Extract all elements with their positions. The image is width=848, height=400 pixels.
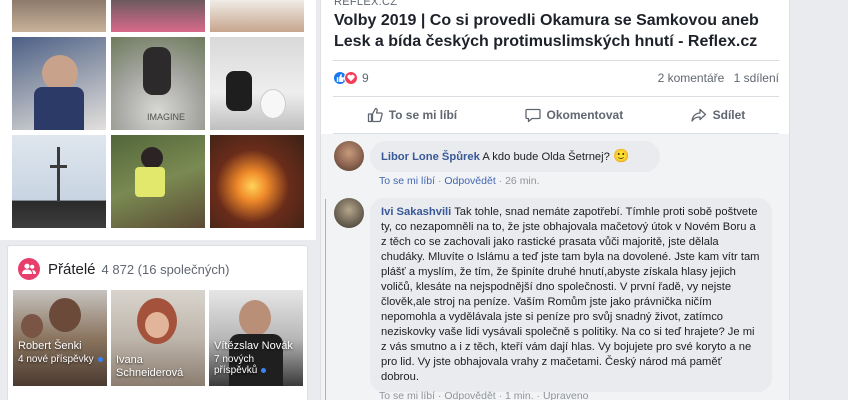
divider bbox=[333, 60, 779, 61]
share-button-label: Sdílet bbox=[712, 108, 746, 122]
friend-name[interactable]: Robert Šenki bbox=[18, 340, 82, 353]
thumbs-up-icon bbox=[367, 107, 383, 123]
comment-count[interactable]: 2 komentáře bbox=[658, 71, 725, 85]
friends-header: Přátelé 4 872 (16 společných) bbox=[18, 258, 229, 280]
friend-new-posts: 7 nových příspěvků bbox=[214, 354, 294, 376]
divider bbox=[333, 96, 779, 97]
comment-button[interactable]: Okomentovat bbox=[524, 107, 624, 123]
link-headline[interactable]: Volby 2019 | Co si provedli Okamura se S… bbox=[334, 10, 779, 52]
new-posts-dot bbox=[97, 356, 103, 362]
photo-3[interactable] bbox=[210, 0, 304, 32]
friends-count: 4 872 (16 společných) bbox=[101, 261, 230, 277]
photo-5[interactable]: IMAGINE bbox=[111, 37, 205, 130]
friend-tile-3[interactable]: Vítězslav Novák 7 nových příspěvků bbox=[209, 290, 303, 386]
comment-meta: To se mi líbí · Odpovědět · 1 min. · Upr… bbox=[379, 390, 589, 400]
photo-6[interactable] bbox=[210, 37, 304, 130]
comment-author[interactable]: Ivi Sakashvili bbox=[381, 206, 451, 218]
share-button[interactable]: Sdílet bbox=[690, 107, 746, 123]
thread-line bbox=[325, 199, 326, 400]
comment-button-label: Okomentovat bbox=[546, 108, 624, 122]
love-reaction-icon[interactable] bbox=[344, 71, 358, 85]
comment-like-link[interactable]: To se mi líbí bbox=[379, 175, 435, 187]
like-button[interactable]: To se mi líbí bbox=[367, 107, 457, 123]
photo-8[interactable] bbox=[111, 135, 205, 228]
avatar[interactable] bbox=[334, 198, 364, 228]
share-arrow-icon bbox=[690, 108, 706, 122]
comment-author[interactable]: Libor Lone Špůrek bbox=[381, 151, 480, 163]
post-actions: To se mi líbí Okomentovat Sdílet bbox=[333, 100, 779, 130]
reactions-bar: 9 2 komentáře 1 sdílení bbox=[333, 66, 779, 90]
comment-meta: To se mi líbí · Odpovědět · 26 min. bbox=[379, 175, 540, 187]
photo-4[interactable] bbox=[12, 37, 106, 130]
comment-bubble: Libor Lone Špůrek A kdo bude Olda Šetrne… bbox=[370, 141, 660, 172]
avatar[interactable] bbox=[334, 141, 364, 171]
reaction-count[interactable]: 9 bbox=[362, 71, 369, 85]
speech-bubble-icon bbox=[524, 108, 541, 123]
comment-time[interactable]: 26 min. bbox=[505, 175, 539, 187]
like-button-label: To se mi líbí bbox=[388, 108, 458, 122]
friend-tile-2[interactable]: Ivana Schneiderová bbox=[111, 290, 205, 386]
link-source[interactable]: REFLEX.CZ bbox=[334, 0, 397, 8]
friends-icon bbox=[18, 258, 40, 280]
friend-new-posts: 4 nové příspěvky bbox=[18, 354, 103, 365]
friends-card: Přátelé 4 872 (16 společných) Robert Šen… bbox=[7, 245, 308, 400]
comments-section: Libor Lone Špůrek A kdo bude Olda Šetrne… bbox=[321, 134, 789, 400]
photo-5-label: IMAGINE bbox=[147, 112, 186, 122]
photo-7[interactable] bbox=[12, 135, 106, 228]
comment-reply-link[interactable]: Odpovědět bbox=[444, 175, 495, 187]
smile-emoji-icon: 🙂 bbox=[612, 148, 630, 163]
new-posts-dot bbox=[261, 367, 267, 373]
friend-name[interactable]: Vítězslav Novák bbox=[214, 340, 293, 353]
friends-title[interactable]: Přátelé bbox=[48, 261, 96, 278]
photo-9[interactable] bbox=[210, 135, 304, 228]
friend-name[interactable]: Ivana Schneiderová bbox=[116, 354, 200, 380]
comment-text: Tak tohle, snad nemáte zapotřebí. Tímhle… bbox=[381, 206, 760, 383]
page-background-strip bbox=[791, 0, 848, 400]
photos-card: IMAGINE bbox=[0, 0, 316, 240]
post-card: REFLEX.CZ Volby 2019 | Co si provedli Ok… bbox=[320, 0, 790, 400]
photo-2[interactable] bbox=[111, 0, 205, 32]
photo-1[interactable] bbox=[12, 0, 106, 32]
share-count[interactable]: 1 sdílení bbox=[734, 71, 779, 85]
engagement-counts: 2 komentáře 1 sdílení bbox=[652, 71, 779, 85]
friend-tile-1[interactable]: Robert Šenki 4 nové příspěvky bbox=[13, 290, 107, 386]
comment-bubble: Ivi Sakashvili Tak tohle, snad nemáte za… bbox=[370, 198, 772, 392]
comment-text: A kdo bude Olda Šetrnej? bbox=[482, 151, 610, 163]
